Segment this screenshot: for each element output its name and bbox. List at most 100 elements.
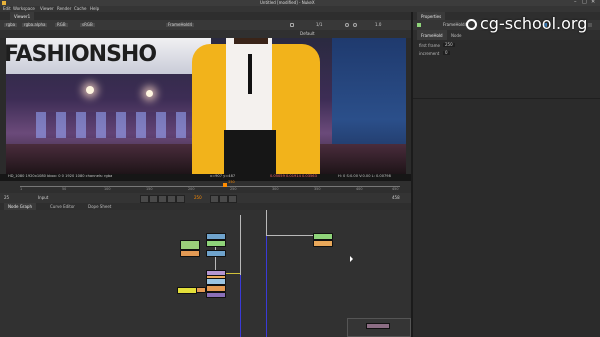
playhead-marker[interactable]	[223, 183, 228, 187]
node-name-field[interactable]: FrameHold4	[443, 23, 467, 27]
node-shuffle[interactable]	[206, 278, 226, 285]
node-dot[interactable]	[313, 240, 333, 247]
lut-select[interactable]: sRGB	[80, 23, 95, 27]
model-hair	[234, 38, 268, 44]
node-roto[interactable]	[206, 270, 226, 276]
frame-field[interactable]: 1/1	[316, 23, 322, 27]
timeline-tick: 400	[356, 187, 363, 191]
close-panel-icon[interactable]	[588, 23, 592, 27]
play-back-button[interactable]	[158, 195, 167, 203]
fps-field[interactable]: 25	[4, 196, 9, 200]
increment-label: increment	[419, 51, 440, 56]
settings-icon[interactable]	[345, 23, 349, 27]
timeline[interactable]: 1 50 100 150 200 250 300 350 400 450 250	[0, 180, 411, 193]
timeline-tick: 300	[272, 187, 279, 191]
node-backdrop[interactable]	[347, 318, 411, 337]
menu-help[interactable]: Help	[90, 7, 99, 11]
prev-key-button[interactable]	[149, 195, 158, 203]
timeline-guide-line	[266, 230, 267, 337]
node-framehold4[interactable]	[313, 233, 333, 240]
mode-select[interactable]: Input	[38, 196, 48, 200]
alpha-select[interactable]: rgba.alpha	[22, 23, 48, 27]
menu-viewer[interactable]: Viewer	[40, 7, 54, 11]
first-frame-button[interactable]	[140, 195, 149, 203]
increment-input[interactable]: 0	[443, 51, 450, 55]
mouse-cursor-icon	[350, 256, 353, 262]
last-frame-button[interactable]	[219, 195, 228, 203]
app-icon	[2, 1, 6, 5]
pixel-values: 0.05059 0.01914 0.03563	[270, 174, 317, 178]
backdrop-inner-node[interactable]	[366, 323, 390, 329]
node-write[interactable]	[177, 287, 197, 294]
maximize-icon[interactable]: □	[582, 0, 587, 5]
frame-input[interactable]: 250	[194, 196, 202, 200]
paint-icon[interactable]	[353, 23, 357, 27]
minimize-icon[interactable]: –	[574, 0, 577, 5]
next-key-button[interactable]	[210, 195, 219, 203]
subtab-node[interactable]: Node	[447, 30, 465, 40]
node-read[interactable]	[206, 233, 226, 240]
timeline-tick: 1	[20, 187, 23, 191]
window-title: Untitled [modified] - NukeX	[260, 0, 315, 5]
menu-workspace[interactable]: Workspace	[13, 7, 35, 11]
node-wire	[266, 235, 316, 236]
node-graph-canvas[interactable]	[0, 210, 411, 337]
model-skirt	[224, 130, 276, 174]
tab-properties[interactable]: Properties	[417, 12, 446, 20]
cursor-coords: x=907 y=487	[210, 174, 236, 178]
node-wire	[226, 273, 240, 274]
subtab-framehold-label: FrameHold	[421, 32, 443, 38]
lock-icon[interactable]	[290, 23, 294, 27]
menu-render[interactable]: Render	[57, 7, 71, 11]
timeline-tick: 50	[62, 187, 67, 191]
node-grade[interactable]	[180, 240, 200, 250]
timeline-guide-line	[240, 265, 241, 337]
channels-select[interactable]: rgba	[4, 23, 18, 27]
node-crop[interactable]	[206, 285, 226, 292]
viewer-tab-row: Viewer1	[0, 12, 411, 20]
backdrop-text: FASHIONSHO	[6, 42, 157, 67]
properties-fields: first frame 250 increment 0	[413, 40, 600, 70]
tab-viewer1[interactable]: Viewer1	[10, 12, 35, 20]
watermark-text: cg-school.org	[480, 14, 588, 33]
properties-empty-area	[413, 98, 600, 337]
node-merge[interactable]	[206, 250, 226, 257]
menu-edit[interactable]: Edit	[3, 7, 11, 11]
loop-button[interactable]	[228, 195, 237, 203]
colorspace-select[interactable]: RGB	[55, 23, 68, 27]
proxy-select[interactable]: Default	[300, 32, 315, 36]
out-point-field[interactable]: 458	[392, 196, 400, 200]
viewer-frame[interactable]: FASHIONSHO	[6, 38, 406, 174]
node-wire	[240, 215, 241, 275]
viewer-info-bar: HD_1080 1920x1080 bbox: 0 0 1920 1080 ch…	[0, 174, 411, 181]
node-color-swatch[interactable]	[417, 23, 421, 27]
timeline-tick: 350	[314, 187, 321, 191]
node-graph-tab-label: Node Graph	[8, 204, 32, 209]
zoom-field[interactable]: 1.0	[375, 23, 381, 27]
watermark-logo-icon	[466, 18, 477, 30]
node-framehold[interactable]	[206, 240, 226, 247]
dope-sheet-tab-label: Dope Sheet	[88, 204, 112, 209]
node-blur[interactable]	[180, 250, 200, 257]
nodegraph-tab-row: Node Graph Curve Editor Dope Sheet	[0, 203, 411, 210]
properties-panel: Properties FrameHold4 FrameHold Node fir…	[411, 12, 600, 337]
close-icon[interactable]: ✕	[591, 0, 595, 5]
viewer-toolbar-2: Default	[0, 30, 411, 38]
stage-lights	[36, 112, 196, 138]
timeline-track[interactable]	[20, 186, 400, 187]
node-reformat[interactable]	[206, 292, 226, 298]
timeline-tick: 100	[104, 187, 111, 191]
current-frame-label: 250	[228, 180, 235, 184]
tab-curve-editor[interactable]: Curve Editor	[46, 203, 79, 210]
subtab-node-label: Node	[451, 32, 462, 38]
stop-button[interactable]	[167, 195, 176, 203]
timeline-tick: 250	[230, 187, 237, 191]
first-frame-input[interactable]: 250	[443, 43, 455, 47]
play-forward-button[interactable]	[176, 195, 185, 203]
subtab-framehold[interactable]: FrameHold	[417, 30, 447, 40]
menu-cache[interactable]: Cache	[74, 7, 86, 11]
tab-dope-sheet[interactable]: Dope Sheet	[84, 203, 115, 210]
viewer-node-select[interactable]: FrameHold4	[166, 23, 195, 27]
tab-node-graph[interactable]: Node Graph	[4, 203, 36, 210]
node-viewer[interactable]	[196, 287, 206, 293]
